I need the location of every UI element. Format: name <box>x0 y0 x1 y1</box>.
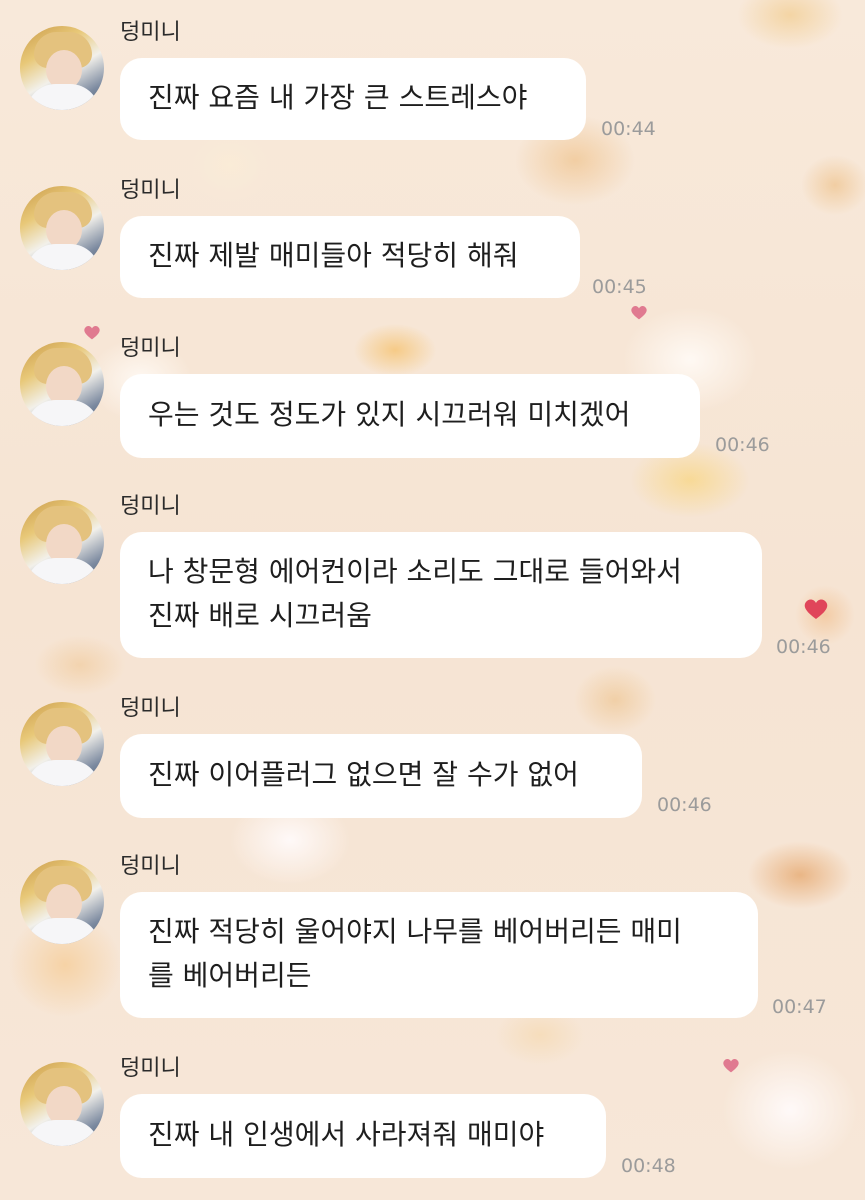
sender-avatar[interactable] <box>20 500 104 584</box>
sender-name: 덩미니 <box>120 20 181 45</box>
message-timestamp: 00:44 <box>601 118 656 140</box>
sender-avatar[interactable] <box>20 342 104 426</box>
sender-name: 덩미니 <box>120 178 181 203</box>
message-bubble[interactable]: 진짜 요즘 내 가장 큰 스트레스야 <box>120 58 586 140</box>
sender-avatar[interactable] <box>20 860 104 944</box>
message-timestamp: 00:46 <box>776 636 831 658</box>
sender-name: 덩미니 <box>120 1056 181 1081</box>
sender-name: 덩미니 <box>120 336 181 361</box>
message-bubble[interactable]: 진짜 적당히 울어야지 나무를 베어버리든 매미 를 베어버리든 <box>120 892 758 1018</box>
sender-avatar[interactable] <box>20 1062 104 1146</box>
message-bubble[interactable]: 우는 것도 정도가 있지 시끄러워 미치겠어 <box>120 374 700 458</box>
message-bubble[interactable]: 나 창문형 에어컨이라 소리도 그대로 들어와서 진짜 배로 시끄러움 <box>120 532 762 658</box>
message-timestamp: 00:46 <box>715 434 770 456</box>
message-timestamp: 00:48 <box>621 1155 676 1177</box>
sender-avatar[interactable] <box>20 186 104 270</box>
message-bubble[interactable]: 진짜 이어플러그 없으면 잘 수가 없어 <box>120 734 642 818</box>
sender-name: 덩미니 <box>120 854 181 879</box>
chat-message-list[interactable]: 덩미니 진짜 요즘 내 가장 큰 스트레스야 00:44 덩미니 진짜 제발 매… <box>0 0 865 1200</box>
sender-name: 덩미니 <box>120 494 181 519</box>
message-bubble[interactable]: 진짜 내 인생에서 사라져줘 매미야 <box>120 1094 606 1178</box>
message-bubble[interactable]: 진짜 제발 매미들아 적당히 해줘 <box>120 216 580 298</box>
sender-name: 덩미니 <box>120 696 181 721</box>
message-timestamp: 00:45 <box>592 276 647 298</box>
message-timestamp: 00:46 <box>657 794 712 816</box>
message-timestamp: 00:47 <box>772 996 827 1018</box>
sender-avatar[interactable] <box>20 702 104 786</box>
sender-avatar[interactable] <box>20 26 104 110</box>
